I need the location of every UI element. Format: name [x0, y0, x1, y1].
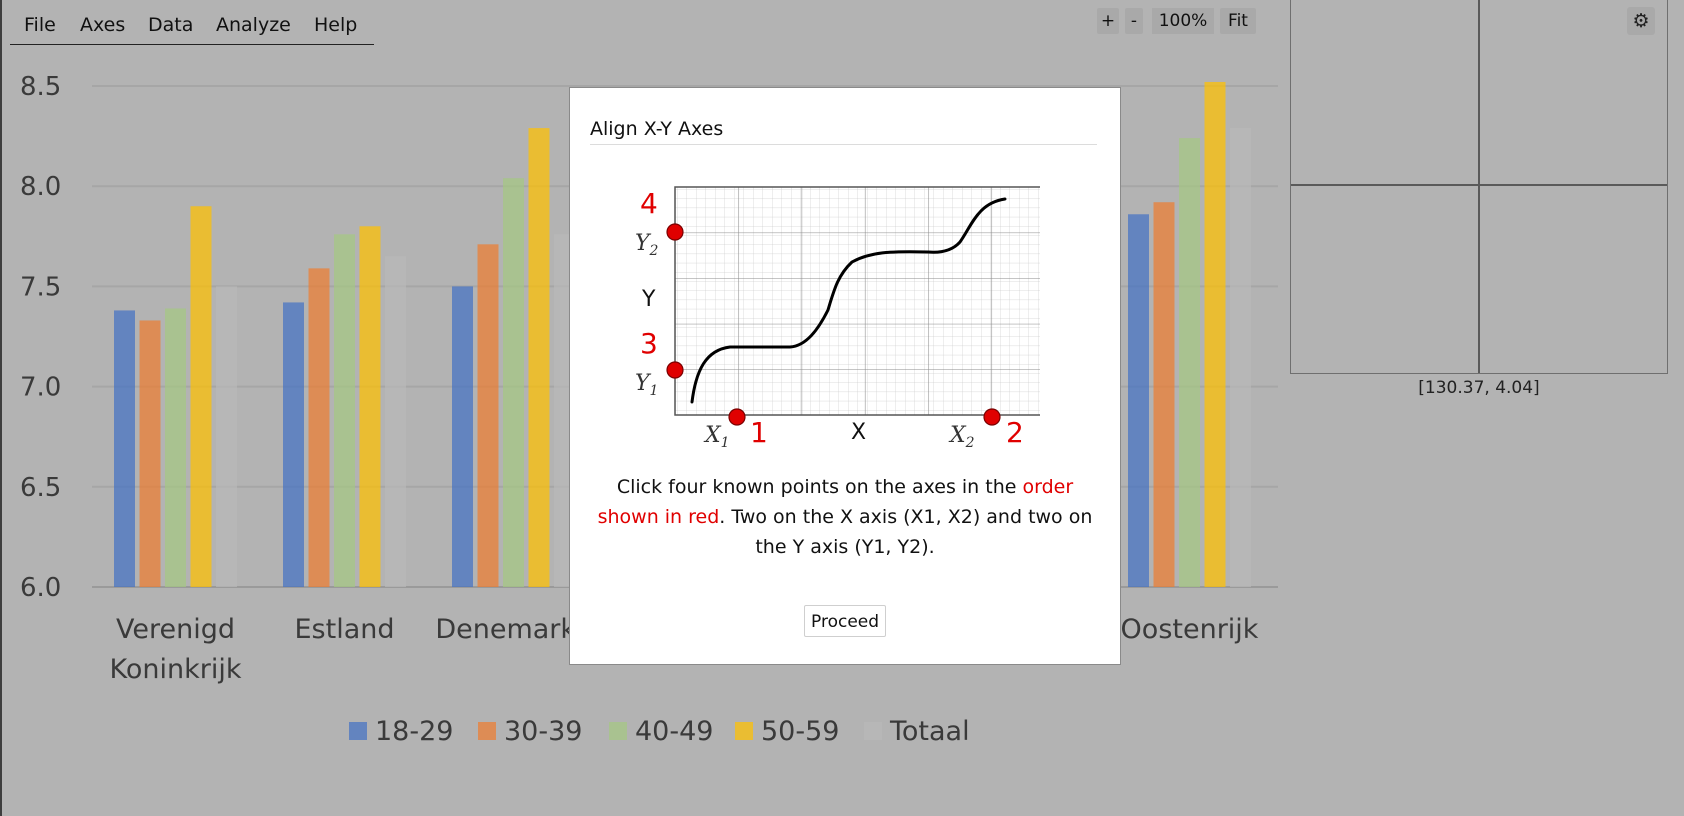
menu-help[interactable]: Help — [314, 14, 357, 36]
category-label: Estland — [294, 614, 394, 645]
bar — [216, 286, 237, 587]
bar — [452, 286, 473, 587]
bar — [308, 268, 330, 587]
y-tick-label: 8.5 — [20, 72, 61, 102]
bar — [114, 310, 135, 587]
x2-point-marker — [983, 408, 1001, 426]
menu-file[interactable]: File — [24, 14, 56, 36]
bar — [503, 178, 524, 587]
step-3-label: 3 — [640, 327, 658, 360]
instructions-text: Click four known points on the axes in t… — [590, 472, 1100, 562]
x1-label: X1 — [703, 423, 730, 451]
diagram-major-grid — [675, 187, 1040, 415]
bar — [477, 244, 499, 588]
zoom-level: 100% — [1152, 8, 1214, 34]
bar — [1153, 202, 1175, 587]
bar — [385, 256, 406, 587]
legend-label: 50-59 — [761, 716, 839, 747]
y-axis-label: Y — [641, 287, 656, 312]
step-2-label: 2 — [1006, 416, 1024, 449]
menu-bar: File Axes Data Analyze Help — [10, 10, 374, 45]
y-tick-label: 7.0 — [20, 373, 61, 403]
y2-point-marker — [666, 223, 684, 241]
bar — [1179, 138, 1200, 587]
zoom-out-button[interactable]: - — [1125, 8, 1143, 34]
bar — [1128, 214, 1149, 588]
magnifier-view — [1290, 0, 1668, 374]
y1-label: Y1 — [635, 371, 658, 399]
bar — [1204, 81, 1226, 587]
legend-swatch — [478, 722, 496, 740]
zoom-fit-button[interactable]: Fit — [1220, 8, 1256, 34]
legend-label: Totaal — [889, 716, 970, 747]
category-label: Koninkrijk — [110, 654, 242, 685]
gear-icon[interactable]: ⚙ — [1627, 7, 1655, 35]
axes-alignment-diagram: 4 3 1 2 Y X Y2 Y1 X1 X2 — [635, 186, 1040, 451]
legend-label: 30-39 — [504, 716, 582, 747]
menu-axes[interactable]: Axes — [80, 14, 125, 36]
bar — [283, 302, 304, 587]
proceed-button[interactable]: Proceed — [804, 605, 887, 637]
instructions-part2: . Two on the X axis (X1, X2) and two on … — [719, 506, 1093, 558]
crosshair-horizontal — [1291, 184, 1667, 186]
zoom-in-button[interactable]: + — [1097, 8, 1119, 34]
menu-data[interactable]: Data — [148, 14, 193, 36]
legend-label: 18-29 — [375, 716, 453, 747]
category-label: Oostenrijk — [1121, 614, 1259, 645]
x2-label: X2 — [948, 423, 975, 451]
legend-swatch — [864, 722, 882, 740]
align-axes-dialog: Align X-Y Axes 4 3 1 2 Y X Y2 Y1 X1 X2 C… — [569, 87, 1121, 665]
step-1-label: 1 — [750, 416, 768, 449]
dialog-title: Align X-Y Axes — [590, 118, 724, 140]
step-4-label: 4 — [640, 187, 658, 220]
cursor-coordinates: [130.37, 4.04] — [1418, 378, 1540, 398]
y-tick-label: 7.5 — [20, 272, 61, 302]
y2-label: Y2 — [635, 231, 659, 259]
instructions-part1: Click four known points on the axes in t… — [616, 476, 1023, 498]
bar — [528, 128, 550, 588]
bar — [359, 226, 381, 587]
legend-swatch — [609, 722, 627, 740]
menu-analyze[interactable]: Analyze — [216, 14, 291, 36]
bar — [139, 320, 161, 587]
x1-point-marker — [728, 408, 746, 426]
y-tick-label: 6.0 — [20, 573, 61, 603]
bar — [1230, 128, 1251, 588]
category-label: Verenigd — [116, 614, 235, 645]
title-divider — [590, 144, 1097, 145]
bar — [334, 234, 355, 587]
y-tick-label: 8.0 — [20, 172, 61, 202]
x-axis-label: X — [851, 420, 866, 445]
legend-swatch — [735, 722, 753, 740]
bar — [190, 206, 212, 588]
legend-label: 40-49 — [635, 716, 713, 747]
crosshair-vertical — [1478, 0, 1480, 373]
y-tick-label: 6.5 — [20, 473, 61, 503]
y1-point-marker — [666, 361, 684, 379]
legend-swatch — [349, 722, 367, 740]
bar — [165, 308, 186, 587]
